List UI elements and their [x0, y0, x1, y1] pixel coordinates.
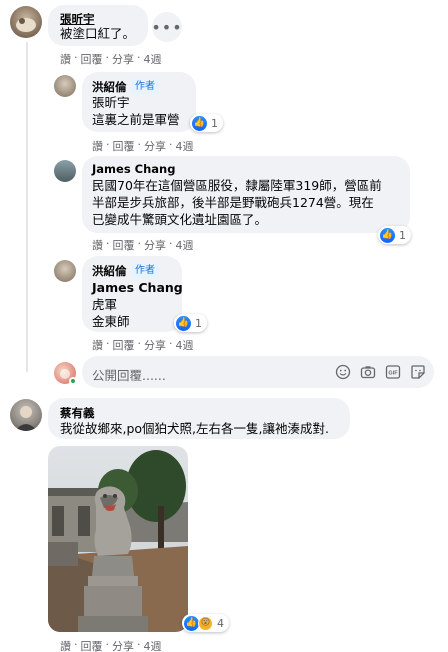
- share-link[interactable]: 分享: [144, 138, 166, 154]
- comment-author[interactable]: 洪紹倫: [92, 263, 127, 279]
- timestamp[interactable]: 4週: [144, 638, 162, 652]
- camera-icon[interactable]: [360, 364, 376, 380]
- reaction-count: 4: [217, 616, 224, 630]
- reply-link[interactable]: 回覆: [81, 51, 103, 67]
- thread-line: [26, 42, 28, 372]
- like-link[interactable]: 讚: [60, 638, 71, 652]
- reply-link[interactable]: 回覆: [81, 638, 103, 652]
- like-link[interactable]: 讚: [92, 138, 103, 154]
- reaction-summary[interactable]: 👍 1: [174, 314, 207, 332]
- separator: ·: [106, 138, 110, 151]
- reply-link[interactable]: 回覆: [113, 138, 135, 154]
- share-link[interactable]: 分享: [112, 638, 134, 652]
- avatar[interactable]: [54, 260, 76, 282]
- avatar[interactable]: [10, 399, 42, 431]
- comment-actions: 讚 · 回覆 · 分享 · 4週: [92, 237, 194, 253]
- separator: ·: [105, 638, 110, 651]
- separator: ·: [137, 138, 142, 151]
- svg-text:GIF: GIF: [388, 371, 398, 377]
- like-icon: 👍: [176, 315, 191, 331]
- comment-author[interactable]: 洪紹倫: [92, 79, 127, 95]
- comment-text: 我從故鄉來,po個狛犬照,左右各一隻,讓祂湊成對.: [60, 421, 329, 436]
- comment-actions: 讚 · 回覆 · 分享 · 4週: [92, 337, 194, 353]
- separator: ·: [74, 638, 78, 651]
- comment-actions: 讚 · 回覆 · 分享 · 4週: [60, 638, 162, 652]
- like-link[interactable]: 讚: [92, 337, 103, 353]
- separator: ·: [169, 138, 173, 151]
- separator: ·: [137, 337, 142, 350]
- author-badge: 作者: [131, 263, 159, 278]
- gif-icon[interactable]: GIF: [385, 364, 401, 380]
- share-link[interactable]: 分享: [144, 337, 166, 353]
- comment-photo[interactable]: [48, 446, 188, 632]
- separator: ·: [169, 337, 173, 350]
- reaction-summary[interactable]: 👍 😮 4: [182, 614, 229, 632]
- comment-text-line: 民國70年在這個營區服役，隸屬陸軍319師，營區前: [92, 178, 382, 193]
- reaction-count: 1: [399, 228, 406, 242]
- avatar-photo: [15, 406, 37, 431]
- reply-link[interactable]: 回覆: [113, 237, 135, 253]
- reaction-summary[interactable]: 👍 1: [378, 226, 411, 244]
- timestamp[interactable]: 4週: [176, 138, 194, 154]
- reply-link[interactable]: 回覆: [113, 337, 135, 353]
- smile-icon[interactable]: [335, 364, 351, 380]
- wow-icon: 😮: [198, 615, 213, 631]
- share-link[interactable]: 分享: [144, 237, 166, 253]
- reaction-summary[interactable]: 👍 1: [190, 114, 223, 132]
- timestamp[interactable]: 4週: [176, 337, 194, 353]
- mentioned-user[interactable]: 張昕宇: [92, 94, 130, 111]
- online-indicator: [69, 377, 77, 385]
- separator: ·: [106, 237, 110, 250]
- reaction-count: 1: [211, 116, 218, 130]
- comment-author[interactable]: James Chang: [92, 162, 175, 176]
- separator: ·: [169, 237, 173, 250]
- reply-input[interactable]: 公開回覆......: [92, 365, 166, 384]
- comment-actions: 讚 · 回覆 · 分享 · 4週: [92, 138, 194, 154]
- like-link[interactable]: 讚: [60, 51, 71, 67]
- comment-text: 這裏之前是軍營: [92, 112, 180, 127]
- timestamp[interactable]: 4週: [144, 51, 162, 67]
- comment-text-line: 已變成牛驚頭文化遺址園區了。: [92, 212, 268, 227]
- comment-text-line: 虎軍: [92, 297, 118, 312]
- comment-author[interactable]: 蔡有義: [60, 405, 95, 421]
- more-options-button[interactable]: •••: [151, 12, 182, 42]
- comment-text-line: 金東師: [92, 314, 130, 329]
- comment-text-line: 半部是步兵旅部，後半部是野戰砲兵1274營。現在: [92, 195, 374, 210]
- avatar[interactable]: [54, 75, 76, 97]
- like-icon: 👍: [192, 115, 207, 131]
- separator: ·: [106, 337, 110, 350]
- separator: ·: [137, 237, 142, 250]
- author-badge: 作者: [131, 79, 159, 94]
- separator: ·: [137, 51, 141, 64]
- separator: ·: [105, 51, 110, 64]
- separator: ·: [74, 51, 78, 64]
- separator: ·: [137, 638, 141, 651]
- avatar[interactable]: [54, 160, 76, 182]
- comment-text: 被塗口紅了。: [60, 26, 136, 41]
- share-link[interactable]: 分享: [112, 51, 134, 67]
- timestamp[interactable]: 4週: [176, 237, 194, 253]
- like-icon: 👍: [184, 615, 199, 631]
- avatar-photo: [16, 18, 36, 32]
- reaction-count: 1: [195, 316, 202, 330]
- sticker-icon[interactable]: [410, 364, 426, 380]
- comment-actions: 讚 · 回覆 · 分享 · 4週: [60, 51, 162, 67]
- like-link[interactable]: 讚: [92, 237, 103, 253]
- avatar[interactable]: [10, 6, 42, 38]
- mentioned-user[interactable]: James Chang: [92, 279, 183, 296]
- like-icon: 👍: [380, 227, 395, 243]
